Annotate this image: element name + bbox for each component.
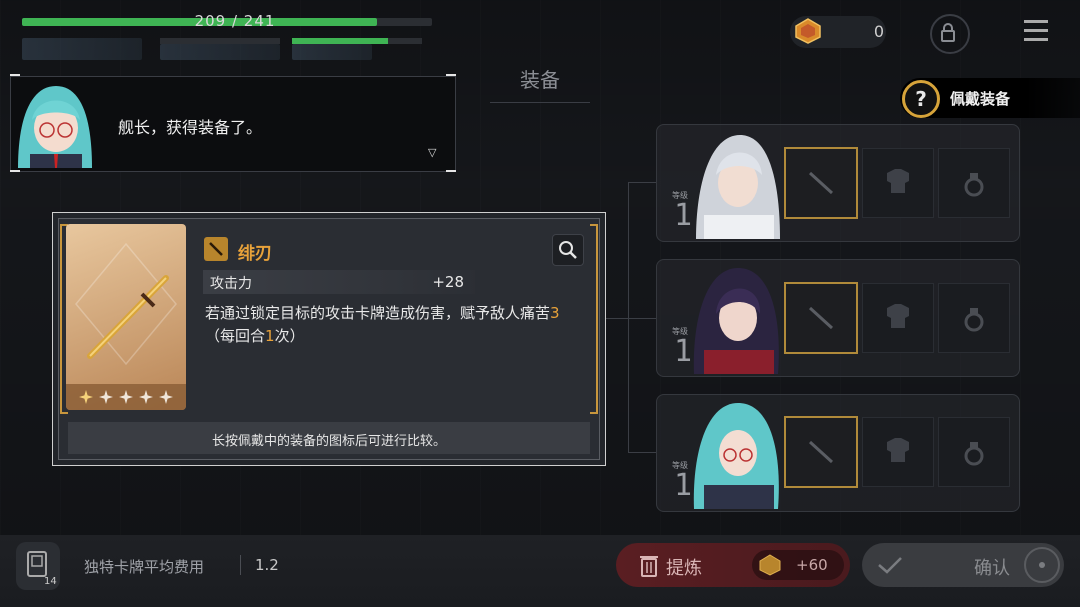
level-value-3: 1 bbox=[674, 468, 693, 503]
rarity-star-icon bbox=[159, 390, 173, 404]
dialog-text: 舰长，获得装备了。 bbox=[118, 118, 263, 137]
item-name: 绯刃 bbox=[238, 244, 272, 264]
title-divider bbox=[490, 102, 590, 103]
armor-icon bbox=[887, 169, 909, 193]
armor-slot-2[interactable] bbox=[862, 283, 934, 353]
armor-slot-1[interactable] bbox=[862, 148, 934, 218]
item-image bbox=[66, 224, 186, 410]
page-title: 装备 bbox=[520, 68, 560, 92]
item-bracket-right bbox=[590, 224, 598, 414]
level-value-2: 1 bbox=[674, 334, 693, 369]
dialog-corner-tr bbox=[446, 74, 456, 76]
accessory-slot-3[interactable] bbox=[938, 417, 1010, 487]
tree-line-branch-3 bbox=[628, 452, 656, 453]
tree-line-branch-2 bbox=[604, 318, 656, 319]
menu-icon-line-2 bbox=[1024, 29, 1048, 32]
weapon-slot-3[interactable] bbox=[784, 416, 858, 488]
continue-arrow-icon[interactable]: ▽ bbox=[428, 146, 436, 159]
dialog-corner-br bbox=[446, 170, 456, 172]
ring-icon bbox=[964, 442, 984, 466]
sword-icon bbox=[808, 306, 834, 330]
search-icon bbox=[559, 241, 577, 259]
tree-line-vertical bbox=[628, 182, 629, 452]
deck-count: 14 bbox=[44, 576, 57, 587]
help-hint-text: 佩戴装备 bbox=[950, 90, 1011, 108]
weapon-slot-1[interactable] bbox=[784, 147, 858, 219]
confirm-circle-icon bbox=[1024, 547, 1060, 583]
item-description: 若通过锁定目标的攻击卡牌造成伤害，赋予敌人痛苦3 （每回合1次） bbox=[205, 302, 585, 348]
avg-cost-label: 独特卡牌平均费用 bbox=[84, 558, 205, 576]
rarity-star-icon bbox=[79, 390, 93, 404]
desc-text-1: 若通过锁定目标的攻击卡牌造成伤害，赋予敌人痛苦 bbox=[205, 304, 551, 322]
currency-value: 0 bbox=[873, 22, 884, 41]
refine-cost-value: +60 bbox=[796, 556, 828, 574]
blade-icon bbox=[75, 242, 177, 366]
gem-icon bbox=[795, 18, 821, 44]
character-portrait-2 bbox=[693, 268, 779, 374]
rarity-stars bbox=[79, 390, 173, 404]
lock-button[interactable] bbox=[930, 14, 970, 54]
party-portrait-1 bbox=[22, 38, 142, 60]
level-value-1: 1 bbox=[674, 198, 693, 233]
checkmark-icon bbox=[878, 557, 902, 574]
party-portrait-2 bbox=[160, 44, 280, 60]
tree-line-branch-1 bbox=[628, 182, 656, 183]
item-rarity bbox=[66, 384, 186, 410]
dialog-corner-tl bbox=[10, 74, 20, 76]
speaker-avatar bbox=[18, 86, 92, 168]
party-portrait-3 bbox=[292, 44, 372, 60]
armor-slot-3[interactable] bbox=[862, 417, 934, 487]
confirm-label: 确认 bbox=[974, 558, 1010, 579]
weapon-slot-2[interactable] bbox=[784, 282, 858, 354]
armor-icon bbox=[887, 304, 909, 328]
desc-highlight-2: 1 bbox=[265, 327, 275, 345]
sword-icon bbox=[808, 171, 834, 195]
refine-label: 提炼 bbox=[666, 558, 702, 579]
menu-icon-line-3 bbox=[1024, 38, 1048, 41]
rarity-star-icon bbox=[119, 390, 133, 404]
sword-icon bbox=[209, 242, 223, 256]
stat-label: 攻击力 bbox=[210, 276, 252, 292]
desc-text-2-prefix: （每回合 bbox=[205, 327, 266, 345]
rarity-star-icon bbox=[99, 390, 113, 404]
avg-cost-value: 1.2 bbox=[255, 556, 279, 574]
armor-icon bbox=[887, 438, 909, 462]
stat-value: +28 bbox=[432, 273, 464, 291]
desc-text-2-suffix: 次） bbox=[274, 327, 305, 345]
sword-icon bbox=[808, 440, 834, 464]
gem-icon bbox=[759, 554, 781, 576]
avg-cost-separator bbox=[240, 555, 241, 575]
hp-text: 209 / 241 bbox=[194, 12, 276, 30]
character-portrait-1 bbox=[696, 135, 780, 239]
ring-icon bbox=[964, 173, 984, 197]
lock-icon bbox=[941, 23, 955, 42]
compare-hint-text: 长按佩戴中的装备的图标后可进行比较。 bbox=[211, 434, 446, 449]
question-icon[interactable]: ? bbox=[902, 80, 940, 118]
ring-icon bbox=[964, 308, 984, 332]
dialog-corner-bl bbox=[10, 170, 20, 172]
character-portrait-3 bbox=[693, 403, 779, 509]
menu-button[interactable] bbox=[1020, 18, 1052, 44]
rarity-star-icon bbox=[139, 390, 153, 404]
trash-icon bbox=[640, 556, 658, 577]
accessory-slot-2[interactable] bbox=[938, 283, 1010, 353]
accessory-slot-1[interactable] bbox=[938, 148, 1010, 218]
inspect-button[interactable] bbox=[552, 234, 584, 266]
desc-highlight-1: 3 bbox=[550, 304, 560, 322]
menu-icon bbox=[1024, 20, 1048, 23]
weapon-type-icon bbox=[204, 237, 228, 261]
